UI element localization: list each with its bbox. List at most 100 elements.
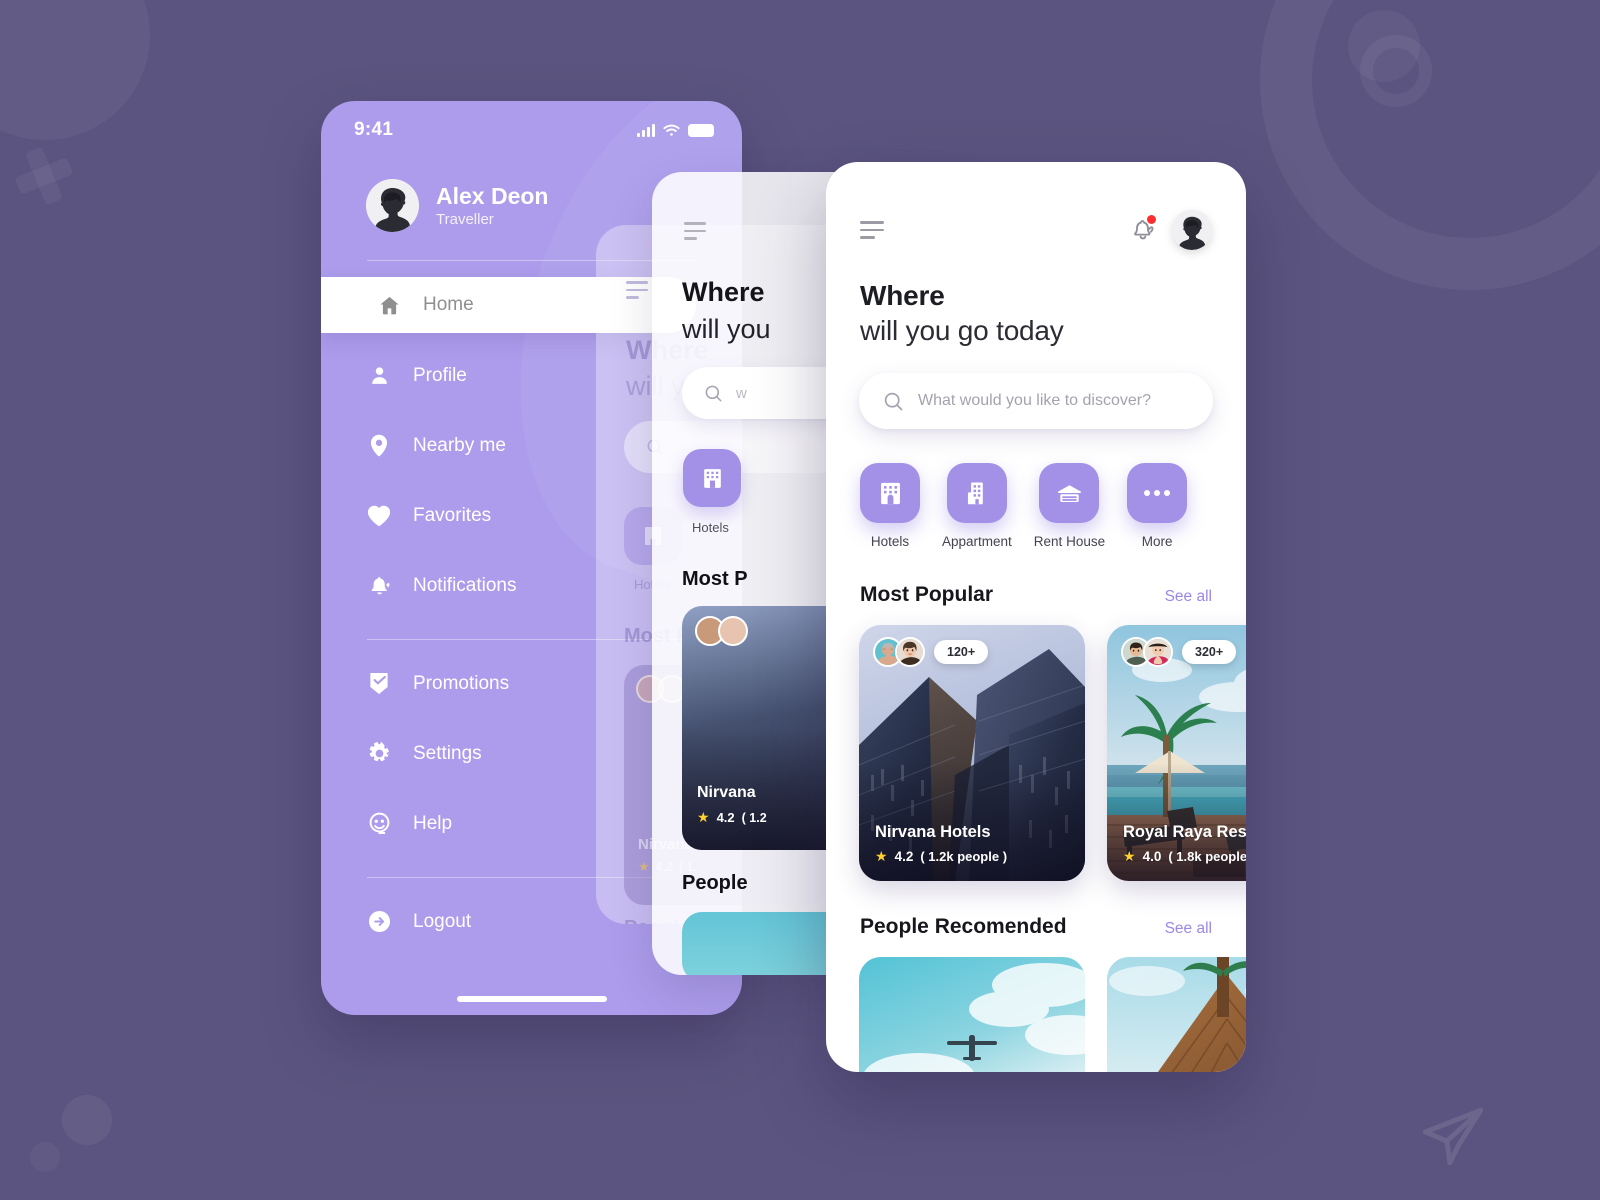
ghost-category-tile-hotels	[683, 449, 741, 507]
list-item[interactable]	[859, 957, 1085, 1072]
card-title: Nirvana Hotels	[875, 823, 991, 841]
sidebar-item-label: Logout	[413, 910, 472, 932]
ghost-card-rating: 4.2	[716, 810, 735, 825]
signal-bars-icon	[637, 123, 655, 137]
user-icon	[367, 365, 391, 386]
rooftop-palm-photo	[1107, 957, 1246, 1072]
section-header-most-popular: Most Popular See all	[826, 549, 1246, 607]
app-bar-actions	[1130, 210, 1212, 250]
profile-name: Alex Deon	[436, 182, 549, 209]
card-rating-value: 4.0	[1142, 849, 1162, 864]
hero-heading: Where will you go today	[826, 250, 1246, 347]
avatar	[1143, 637, 1173, 667]
category-label: More	[1141, 534, 1173, 549]
hamburger-menu-icon	[684, 222, 706, 240]
card-rating-value: 4.2	[894, 849, 914, 864]
see-all-link[interactable]: See all	[1165, 588, 1212, 606]
search-placeholder: What would you like to discover?	[918, 392, 1151, 409]
status-bar-icons	[637, 123, 714, 137]
category-rent-house[interactable]: Rent House	[1034, 463, 1105, 549]
right-phone-home-screen: Where will you go today What would you l…	[826, 162, 1246, 1072]
sidebar-item-label: Settings	[413, 742, 482, 764]
category-more[interactable]: More	[1127, 463, 1188, 549]
ghost-section-title-2: People	[682, 872, 748, 894]
category-row: Hotels Appartment Rent House More	[826, 429, 1246, 549]
ghost-section-title-1: Most P	[682, 568, 748, 590]
wifi-icon	[663, 124, 680, 136]
profile-role: Traveller	[436, 211, 494, 229]
badge-icon	[367, 672, 391, 695]
battery-icon	[688, 123, 714, 137]
sidebar-item-label: Help	[413, 812, 453, 834]
card-title: Royal Raya Resort	[1123, 823, 1246, 841]
decoration-circle-bottom-left-small	[30, 1142, 60, 1172]
card-rating-count: ( 1.8k people )	[1168, 849, 1246, 864]
location-pin-icon	[367, 434, 391, 457]
see-all-link[interactable]: See all	[1165, 920, 1212, 938]
star-icon: ★	[1123, 848, 1136, 864]
avatar	[895, 637, 925, 667]
hero-line-2: will you go today	[860, 315, 1064, 346]
card-info: Royal Raya Resort ★ 4.0 ( 1.8k people )	[1123, 823, 1246, 865]
list-item[interactable]	[1107, 957, 1246, 1072]
status-bar: 9:41	[321, 101, 742, 141]
avatar[interactable]	[1172, 210, 1212, 250]
hotel-icon	[860, 463, 920, 523]
avatar	[366, 179, 419, 232]
sidebar-item-label: Notifications	[413, 574, 517, 596]
ghost-card-name: Nirvana	[697, 784, 756, 801]
hamburger-menu-icon	[626, 281, 648, 299]
ghost-category-label: Hotels	[692, 520, 729, 535]
sidebar-item-label: Promotions	[413, 672, 510, 694]
ghost-hero-line2: will you	[682, 314, 771, 344]
category-label: Hotels	[870, 534, 910, 549]
ellipsis-icon	[1127, 463, 1188, 523]
section-title: People Recomended	[860, 915, 1067, 938]
category-label: Rent House	[1033, 534, 1106, 549]
hamburger-menu-icon[interactable]	[860, 221, 884, 239]
most-popular-card-list: 120+ Nirvana Hotels ★ 4.2 ( 1.2k people …	[826, 607, 1246, 881]
search-icon	[884, 392, 903, 410]
gear-icon	[367, 742, 391, 765]
logout-arrow-icon	[367, 910, 391, 933]
ghost-hero-line1: Where	[682, 277, 765, 307]
hero-line-1: Where	[860, 280, 945, 311]
home-icon	[377, 294, 401, 317]
home-indicator[interactable]	[456, 996, 607, 1002]
sidebar-item-label: Home	[423, 294, 474, 315]
decoration-circle-bottom-left	[62, 1095, 112, 1145]
garage-house-icon	[1039, 463, 1100, 523]
star-icon: ★	[875, 848, 888, 864]
card-info: Nirvana Hotels ★ 4.2 ( 1.2k people )	[875, 823, 1073, 865]
notifications-button[interactable]	[1130, 215, 1156, 244]
decoration-ring-small	[1360, 35, 1432, 107]
sidebar-item-label: Nearby me	[413, 434, 506, 456]
status-bar-time: 9:41	[354, 119, 394, 140]
category-label: Appartment	[942, 534, 1012, 549]
place-card[interactable]: 320+ Royal Raya Resort ★ 4.0 ( 1.8k peop…	[1107, 625, 1246, 881]
decoration-ring-large	[1260, 0, 1600, 290]
card-count-badge: 320+	[1182, 640, 1237, 664]
section-header-people-recomended: People Recomended See all	[826, 881, 1246, 939]
notification-badge-dot	[1147, 215, 1156, 224]
card-rating-row: ★ 4.2 ( 1.2k people )	[875, 848, 1073, 865]
airplane-sky-photo	[859, 957, 1085, 1072]
paper-plane-decoration-icon	[1416, 1098, 1490, 1172]
card-rating-count: ( 1.2k people )	[920, 849, 1008, 864]
card-rating-row: ★ 4.0 ( 1.8k people )	[1123, 848, 1246, 865]
sidebar-item-label: Profile	[413, 364, 467, 386]
category-hotels[interactable]: Hotels	[860, 463, 920, 549]
search-input[interactable]: What would you like to discover?	[859, 373, 1213, 429]
bell-icon	[367, 574, 391, 597]
people-recomended-card-list	[826, 939, 1246, 1072]
headset-icon	[367, 812, 391, 835]
decoration-circle-top-left	[0, 0, 150, 140]
card-count-badge: 120+	[934, 640, 989, 664]
place-card[interactable]: 120+ Nirvana Hotels ★ 4.2 ( 1.2k people …	[859, 625, 1085, 881]
app-bar	[826, 162, 1246, 250]
category-appartment[interactable]: Appartment	[942, 463, 1012, 549]
card-avatars-row: 320+	[1121, 637, 1246, 667]
ghost-card-people: ( 1.2	[741, 810, 767, 825]
card-avatars-row: 120+	[873, 637, 1073, 667]
decoration-circle-top-right	[1348, 10, 1420, 82]
